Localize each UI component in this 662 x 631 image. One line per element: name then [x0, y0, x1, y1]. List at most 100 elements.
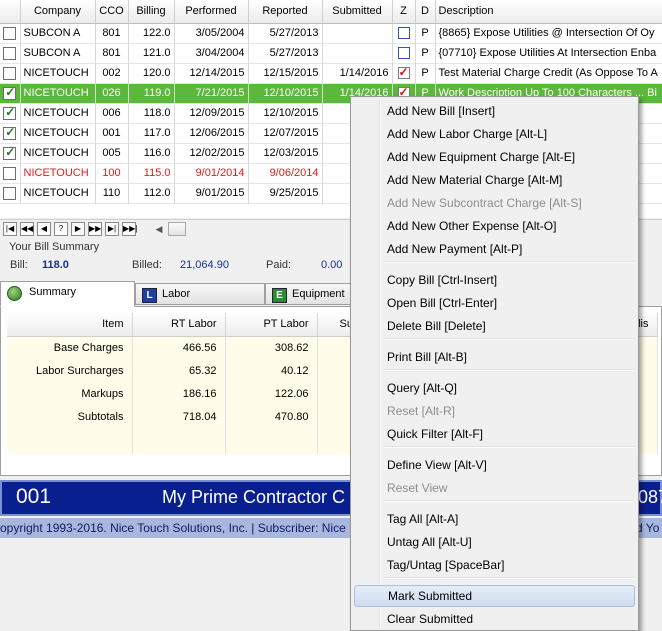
z-checkbox-icon [397, 65, 410, 80]
copyright-right-text: d Yo [636, 521, 660, 535]
cell-reported: 5/27/2013 [248, 23, 323, 43]
menu-separator [384, 446, 634, 448]
summary-item: Labor Surcharges [7, 359, 133, 382]
menu-item-open-bill[interactable]: Open Bill [Ctrl-Enter] [354, 292, 635, 314]
column-header-performed[interactable]: Performed [174, 0, 249, 24]
column-header-cco[interactable]: CCO [95, 0, 129, 24]
previous-page-icon[interactable]: ◀◀ [20, 222, 34, 236]
tab-labor[interactable]: L Labor [135, 283, 265, 305]
cell-performed: 9/01/2014 [174, 163, 249, 183]
cell-d: P [415, 63, 436, 83]
first-record-icon[interactable]: |◀ [3, 222, 17, 236]
menu-item-add-new-material-charge[interactable]: Add New Material Charge [Alt-M] [354, 169, 635, 191]
header-checkbox[interactable] [0, 0, 21, 24]
cell-company: NICETOUCH [20, 123, 96, 143]
column-header-reported[interactable]: Reported [248, 0, 323, 24]
equipment-icon: E [272, 288, 287, 303]
cell-company: NICETOUCH [20, 103, 96, 123]
cell-performed: 12/02/2015 [174, 143, 249, 163]
menu-item-query[interactable]: Query [Alt-Q] [354, 377, 635, 399]
z-checkbox-icon [397, 47, 410, 60]
menu-item-add-new-bill[interactable]: Add New Bill [Insert] [354, 100, 635, 122]
cell-billing: 116.0 [128, 143, 175, 163]
cell-billing: 119.0 [128, 83, 175, 103]
column-header-z[interactable]: Z [392, 0, 416, 24]
row-checkbox[interactable] [0, 163, 21, 183]
cell-billing: 120.0 [128, 63, 175, 83]
table-row[interactable]: SUBCON A 801 121.0 3/04/2004 5/27/2013 P {0771… [0, 43, 662, 63]
row-checkbox[interactable] [0, 123, 21, 143]
project-code: 001 [16, 485, 52, 508]
tab-summary-label: Summary [29, 286, 77, 298]
menu-separator [384, 500, 634, 502]
row-checkbox[interactable] [0, 143, 21, 163]
bill-value: 118.0 [42, 259, 69, 271]
grid-header-row: Company CCO Billing Performed Reported S… [0, 0, 662, 24]
menu-item-print-bill[interactable]: Print Bill [Alt-B] [354, 346, 635, 368]
column-header-d[interactable]: D [415, 0, 436, 24]
next-page-icon[interactable]: ▶▶ [88, 222, 102, 236]
cell-cco: 801 [95, 43, 129, 63]
menu-item-quick-filter[interactable]: Quick Filter [Alt-F] [354, 423, 635, 445]
cell-submitted [322, 23, 393, 43]
previous-record-icon[interactable]: ◀ [37, 222, 51, 236]
help-icon[interactable]: ? [54, 222, 68, 236]
bookmark-icon[interactable]: ▶▶| [122, 222, 137, 236]
summary-rt-labor: 718.04 [132, 405, 226, 428]
menu-item-add-new-payment[interactable]: Add New Payment [Alt-P] [354, 238, 635, 260]
menu-item-define-view[interactable]: Define View [Alt-V] [354, 454, 635, 476]
column-header-company[interactable]: Company [20, 0, 96, 24]
table-row[interactable]: NICETOUCH 002 120.0 12/14/2015 12/15/2015 1/1… [0, 63, 662, 83]
menu-item-mark-submitted[interactable]: Mark Submitted [354, 585, 635, 607]
cell-z[interactable] [392, 63, 416, 83]
row-checkbox[interactable] [0, 63, 21, 83]
row-checkbox[interactable] [0, 183, 21, 203]
cell-description: {8865} Expose Utilities @ Intersection O… [435, 23, 662, 43]
bill-label: Bill: [10, 259, 28, 271]
cell-billing: 115.0 [128, 163, 175, 183]
menu-item-delete-bill[interactable]: Delete Bill [Delete] [354, 315, 635, 337]
cell-performed: 12/14/2015 [174, 63, 249, 83]
menu-item-clear-submitted[interactable]: Clear Submitted [354, 608, 635, 630]
cell-company: NICETOUCH [20, 163, 96, 183]
menu-item-reset-view: Reset View [387, 481, 448, 495]
row-checkbox[interactable] [0, 103, 21, 123]
row-checkbox[interactable] [0, 83, 21, 103]
row-checkbox[interactable] [0, 23, 21, 43]
menu-item-untag-all[interactable]: Untag All [Alt-U] [354, 531, 635, 553]
column-header-submitted[interactable]: Submitted [322, 0, 393, 24]
checkbox-icon [3, 166, 17, 180]
cell-cco: 005 [95, 143, 129, 163]
cell-company: NICETOUCH [20, 63, 96, 83]
cell-performed: 3/04/2004 [174, 43, 249, 63]
cell-reported: 12/10/2015 [248, 103, 323, 123]
row-checkbox[interactable] [0, 43, 21, 63]
menu-item-add-new-labor-charge[interactable]: Add New Labor Charge [Alt-L] [354, 123, 635, 145]
menu-item-tag-untag[interactable]: Tag/Untag [SpaceBar] [354, 554, 635, 576]
cell-billing: 122.0 [128, 23, 175, 43]
column-header-billing[interactable]: Billing [128, 0, 175, 24]
horizontal-scrollbar-thumb[interactable] [168, 222, 186, 236]
cell-submitted [322, 43, 393, 63]
menu-item-add-new-equipment-charge[interactable]: Add New Equipment Charge [Alt-E] [354, 146, 635, 168]
menu-item-tag-all[interactable]: Tag All [Alt-A] [354, 508, 635, 530]
column-header-description[interactable]: Description [435, 0, 662, 24]
table-row[interactable]: SUBCON A 801 122.0 3/05/2004 5/27/2013 P {8865… [0, 23, 662, 43]
menu-item-copy-bill[interactable]: Copy Bill [Ctrl-Insert] [354, 269, 635, 291]
last-record-icon[interactable]: ▶| [105, 222, 119, 236]
cell-z[interactable] [392, 23, 416, 43]
menu-item-add-new-other-expense[interactable]: Add New Other Expense [Alt-O] [354, 215, 635, 237]
cell-z[interactable] [392, 43, 416, 63]
scroll-left-icon[interactable]: ◀ [152, 222, 166, 236]
cell-reported: 12/03/2015 [248, 143, 323, 163]
cell-cco: 006 [95, 103, 129, 123]
labor-icon: L [142, 288, 157, 303]
checkbox-icon [3, 85, 17, 100]
cell-submitted: 1/14/2016 [322, 63, 393, 83]
tab-summary[interactable]: Summary [0, 281, 135, 307]
next-record-icon[interactable]: ▶ [71, 222, 85, 236]
cell-description: Test Material Charge Credit (As Oppose T… [435, 63, 662, 83]
cell-d: P [415, 23, 436, 43]
cell-cco: 801 [95, 23, 129, 43]
summary-header-item: Item [7, 313, 133, 337]
